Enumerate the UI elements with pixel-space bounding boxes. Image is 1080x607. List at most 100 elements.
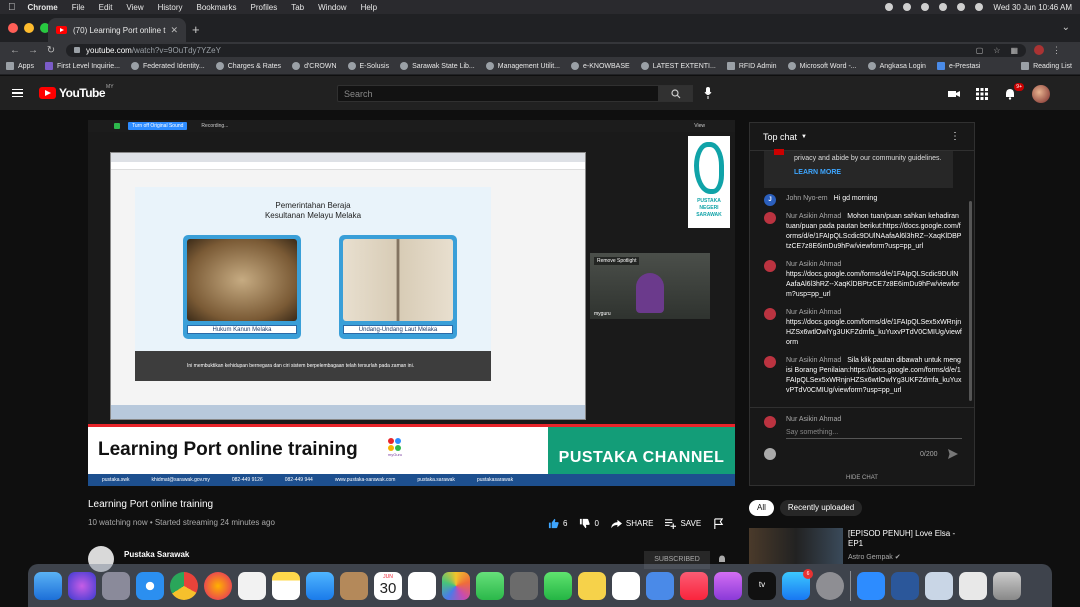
bookmark-item[interactable]: d'CROWN [292, 62, 337, 70]
chat-more-icon[interactable]: ⋮ [950, 131, 960, 142]
chat-author[interactable]: Nur Asikin Ahmad [786, 357, 841, 364]
numbers-icon[interactable] [612, 571, 640, 600]
mail-icon[interactable] [306, 571, 334, 600]
chrome-icon[interactable] [170, 571, 198, 600]
podcasts-icon[interactable] [714, 571, 742, 600]
bookmark-item[interactable]: Federated Identity... [131, 62, 205, 70]
channel-name[interactable]: Pustaka Sarawak [124, 550, 189, 559]
downloads-stack-icon[interactable] [959, 571, 987, 600]
apps-grid-icon[interactable] [976, 88, 988, 100]
browser-tab-youtube[interactable]: (70) Learning Port online traini ✕ [48, 18, 186, 42]
bookmark-item[interactable]: Angkasa Login [867, 62, 926, 70]
author-avatar[interactable] [764, 212, 776, 224]
chat-author[interactable]: Nur Asikin Ahmad [786, 309, 841, 316]
keynote-icon[interactable] [646, 571, 674, 600]
calculator-icon[interactable] [510, 571, 538, 600]
report-button[interactable] [713, 518, 724, 529]
trash-icon[interactable] [993, 571, 1021, 600]
subscription-bell-icon[interactable] [718, 555, 726, 564]
back-arrow-icon[interactable]: ← [6, 45, 24, 56]
bookmark-item[interactable]: First Level Inquirie... [44, 62, 120, 70]
system-preferences-icon[interactable] [816, 571, 844, 600]
menu-help[interactable]: Help [361, 3, 377, 12]
youtube-logo[interactable]: YouTube MY [39, 84, 114, 100]
author-avatar[interactable] [764, 356, 776, 368]
save-button[interactable]: SAVE [665, 518, 701, 529]
recommended-title[interactable]: [EPISOD PENUH] Love Elsa - EP1 [848, 529, 968, 549]
video-player[interactable]: Turn off Original Sound Recording... Vie… [88, 120, 735, 486]
close-window-button[interactable] [8, 23, 18, 33]
reminders-icon[interactable] [408, 571, 436, 600]
recommended-thumbnail[interactable] [749, 528, 843, 564]
author-avatar[interactable]: J [764, 194, 776, 206]
lock-icon[interactable] [74, 47, 80, 53]
menu-edit[interactable]: Edit [99, 3, 113, 12]
reading-list-button[interactable]: Reading List [1021, 62, 1072, 70]
calendar-icon[interactable]: JUN 30 [374, 571, 402, 600]
launchpad-icon[interactable] [102, 571, 130, 600]
search-input[interactable]: Search [337, 85, 659, 102]
bookmark-item[interactable]: LATEST EXTENTI... [640, 62, 716, 70]
menu-file[interactable]: File [72, 3, 85, 12]
dislike-button[interactable]: 0 [579, 518, 599, 529]
zoom-icon[interactable] [857, 571, 885, 600]
caret-down-icon[interactable]: ▼ [801, 134, 807, 140]
apple-tv-icon[interactable]: tv [748, 571, 776, 600]
menu-app-chrome[interactable]: Chrome [28, 3, 58, 12]
firefox-icon[interactable] [204, 571, 232, 600]
apple-menu-icon[interactable]:  [8, 2, 16, 13]
bookmark-item[interactable]: Sarawak State Lib... [400, 62, 475, 70]
photos-icon[interactable] [442, 571, 470, 600]
menu-tab[interactable]: Tab [291, 3, 304, 12]
chip-all[interactable]: All [749, 500, 774, 516]
menu-bookmarks[interactable]: Bookmarks [197, 3, 237, 12]
author-avatar[interactable] [764, 260, 776, 272]
bookmark-item[interactable]: Microsoft Word -... [787, 62, 857, 70]
siri-icon[interactable] [68, 571, 96, 600]
chat-scrollbar[interactable] [969, 201, 972, 401]
notifications-button[interactable]: 9+ [1004, 83, 1024, 100]
install-app-icon[interactable]: ▢ [976, 46, 984, 55]
bookmark-item[interactable]: E-Solusis [347, 62, 389, 70]
facetime-icon[interactable] [544, 571, 572, 600]
share-button[interactable]: SHARE [610, 518, 653, 529]
chrome-menu-icon[interactable]: ⋮ [1052, 45, 1061, 56]
wifi-icon[interactable] [939, 3, 948, 11]
bookmark-item[interactable]: e-Prestasi [936, 62, 980, 70]
volume-icon[interactable] [921, 3, 930, 11]
menu-history[interactable]: History [158, 3, 183, 12]
menubar-datetime[interactable]: Wed 30 Jun 10:46 AM [993, 3, 1072, 12]
address-bar[interactable]: youtube.com /watch?v=9OuTdy7YZeY ▢ ☆ ▦ [66, 43, 1026, 57]
music-icon[interactable] [680, 571, 708, 600]
profile-avatar[interactable] [1034, 45, 1044, 55]
search-button[interactable] [659, 85, 693, 102]
contacts-icon[interactable] [340, 571, 368, 600]
minimize-window-button[interactable] [24, 23, 34, 33]
word-icon[interactable] [891, 571, 919, 600]
close-tab-icon[interactable]: ✕ [170, 25, 178, 36]
notes-icon[interactable] [272, 571, 300, 600]
bookmark-star-icon[interactable]: ☆ [993, 46, 1000, 55]
bookmark-item[interactable]: Management Utilit... [485, 62, 560, 70]
status-icon[interactable] [903, 3, 912, 11]
create-video-icon[interactable] [948, 88, 960, 100]
control-center-icon[interactable] [975, 3, 984, 11]
chip-recently-uploaded[interactable]: Recently uploaded [779, 500, 863, 516]
status-icon[interactable] [885, 3, 894, 11]
extensions-puzzle-icon[interactable]: ▦ [1010, 46, 1018, 55]
preview-icon[interactable] [925, 571, 953, 600]
menu-window[interactable]: Window [318, 3, 346, 12]
author-avatar[interactable] [764, 308, 776, 320]
emoji-icon[interactable] [764, 448, 776, 460]
learn-more-link[interactable]: LEARN MORE [794, 168, 953, 178]
microphone-icon[interactable] [704, 87, 712, 99]
bookmark-apps[interactable]: Apps [6, 62, 34, 70]
menu-profiles[interactable]: Profiles [251, 3, 278, 12]
menu-view[interactable]: View [126, 3, 143, 12]
chat-author[interactable]: Nur Asikin Ahmad [786, 261, 841, 268]
bookmark-item[interactable]: Charges & Rates [215, 62, 281, 70]
like-button[interactable]: 6 [548, 518, 567, 529]
chat-author[interactable]: John Nyo-em [786, 195, 828, 202]
bookmark-item[interactable]: e-KNOWBASE [571, 62, 630, 70]
chat-author[interactable]: Nur Asikin Ahmad [786, 213, 841, 220]
